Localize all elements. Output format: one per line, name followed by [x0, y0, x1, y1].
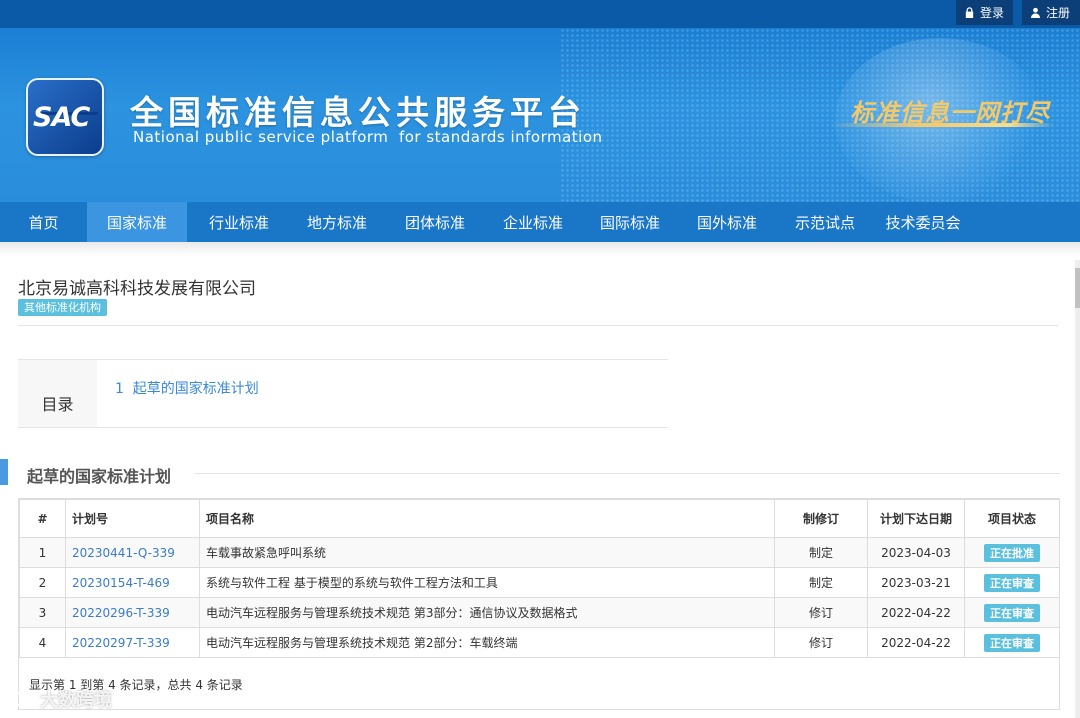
plans-table: # 计划号 项目名称 制修订 计划下达日期 项目状态 1 20230441-Q-…	[19, 499, 1060, 658]
revision-type: 制定	[774, 567, 868, 598]
status-cell: 正在批准	[964, 537, 1060, 568]
toc-link-draft-plans[interactable]: 1 起草的国家标准计划	[115, 378, 259, 398]
logo-text: SAC	[33, 102, 90, 133]
watermark-logo-icon	[13, 692, 35, 706]
nav-item-industry-standards[interactable]: 行业标准	[187, 202, 291, 242]
nav-item-group-standards[interactable]: 团体标准	[383, 202, 487, 242]
plan-no-link[interactable]: 20220296-T-339	[72, 606, 170, 620]
nav-item-pilot-demonstration[interactable]: 示范试点	[773, 202, 877, 242]
section-divider	[195, 473, 1060, 474]
plan-no-cell: 20230441-Q-339	[65, 537, 200, 568]
row-index: 2	[19, 567, 66, 598]
watermark-text: 大数跨境	[40, 690, 112, 711]
col-header-plan-no[interactable]: 计划号	[65, 499, 200, 538]
issue-date: 2023-03-21	[867, 567, 965, 598]
row-index: 3	[19, 597, 66, 628]
revision-type: 修订	[774, 627, 868, 658]
login-button[interactable]: 登录	[956, 0, 1013, 25]
plan-no-link[interactable]: 20230154-T-469	[72, 576, 170, 590]
scrollbar-thumb[interactable]	[1075, 268, 1080, 308]
row-index: 4	[19, 627, 66, 658]
register-label: 注册	[1046, 6, 1071, 20]
plan-no-cell: 20220296-T-339	[65, 597, 200, 628]
site-title: 全国标准信息公共服务平台	[130, 93, 586, 132]
table-row: 4 20220297-T-339 电动汽车远程服务与管理系统技术规范 第2部分：…	[19, 627, 1060, 658]
status-badge: 正在审查	[984, 603, 1040, 622]
section-title: 起草的国家标准计划	[27, 467, 172, 486]
org-type-badge: 其他标准化机构	[18, 299, 107, 316]
header-banner: SAC 全国标准信息公共服务平台 National public service…	[0, 28, 1080, 202]
nav-item-home[interactable]: 首页	[0, 202, 87, 242]
plan-no-cell: 20230154-T-469	[65, 567, 200, 598]
status-cell: 正在审查	[964, 627, 1060, 658]
toc-label: 目录	[18, 360, 97, 427]
slogan-underline	[830, 123, 1055, 127]
status-badge: 正在审查	[984, 573, 1040, 592]
nav-shadow	[0, 242, 1080, 256]
col-header-project-name[interactable]: 项目名称	[199, 499, 775, 538]
col-header-type[interactable]: 制修订	[774, 499, 868, 538]
row-index: 1	[19, 537, 66, 568]
issue-date: 2022-04-22	[867, 597, 965, 628]
user-icon	[1030, 7, 1041, 18]
lock-icon	[965, 7, 974, 18]
table-row: 3 20220296-T-339 电动汽车远程服务与管理系统技术规范 第3部分：…	[19, 597, 1060, 628]
table-row: 1 20230441-Q-339 车载事故紧急呼叫系统 制定 2023-04-0…	[19, 537, 1060, 568]
status-badge: 正在批准	[984, 543, 1040, 562]
nav-item-foreign-standards[interactable]: 国外标准	[681, 202, 773, 242]
section-marker	[0, 459, 8, 485]
status-badge: 正在审查	[984, 633, 1040, 652]
issue-date: 2022-04-22	[867, 627, 965, 658]
nav-item-enterprise-standards[interactable]: 企业标准	[487, 202, 579, 242]
project-name: 电动汽车远程服务与管理系统技术规范 第2部分：车载终端	[199, 627, 775, 658]
issue-date: 2023-04-03	[867, 537, 965, 568]
project-name: 车载事故紧急呼叫系统	[199, 537, 775, 568]
org-name: 北京易诚高科科技发展有限公司	[18, 279, 256, 299]
plans-table-panel: # 计划号 项目名称 制修订 计划下达日期 项目状态 1 20230441-Q-…	[18, 498, 1060, 710]
watermark: 大数跨境	[12, 686, 112, 712]
status-cell: 正在审查	[964, 567, 1060, 598]
table-of-contents: 目录 1 起草的国家标准计划	[18, 359, 668, 428]
status-cell: 正在审查	[964, 597, 1060, 628]
register-button[interactable]: 注册	[1022, 0, 1080, 25]
nav-item-local-standards[interactable]: 地方标准	[291, 202, 383, 242]
divider	[18, 325, 1058, 326]
nav-item-national-standards[interactable]: 国家标准	[87, 202, 187, 242]
col-header-status[interactable]: 项目状态	[964, 499, 1060, 538]
nav-item-international-standards[interactable]: 国际标准	[579, 202, 681, 242]
revision-type: 制定	[774, 537, 868, 568]
col-header-index[interactable]: #	[19, 499, 66, 538]
project-name: 电动汽车远程服务与管理系统技术规范 第3部分：通信协议及数据格式	[199, 597, 775, 628]
revision-type: 修订	[774, 597, 868, 628]
site-subtitle: National public service platform for sta…	[133, 128, 603, 146]
login-label: 登录	[980, 6, 1005, 20]
project-name: 系统与软件工程 基于模型的系统与软件工程方法和工具	[199, 567, 775, 598]
plan-no-link[interactable]: 20230441-Q-339	[72, 546, 175, 560]
page: 登录 注册 SAC 全国标准信息公共服务平台 National public s…	[0, 0, 1080, 718]
main-nav: 首页 国家标准 行业标准 地方标准 团体标准 企业标准 国际标准 国外标准 示范…	[0, 202, 1080, 242]
col-header-issue-date[interactable]: 计划下达日期	[867, 499, 965, 538]
plan-no-link[interactable]: 20220297-T-339	[72, 636, 170, 650]
scrollbar[interactable]	[1075, 260, 1080, 718]
table-row: 2 20230154-T-469 系统与软件工程 基于模型的系统与软件工程方法和…	[19, 567, 1060, 598]
top-bar: 登录 注册	[0, 0, 1080, 28]
sac-logo[interactable]: SAC	[26, 78, 104, 156]
plan-no-cell: 20220297-T-339	[65, 627, 200, 658]
nav-item-technical-committees[interactable]: 技术委员会	[877, 202, 969, 242]
